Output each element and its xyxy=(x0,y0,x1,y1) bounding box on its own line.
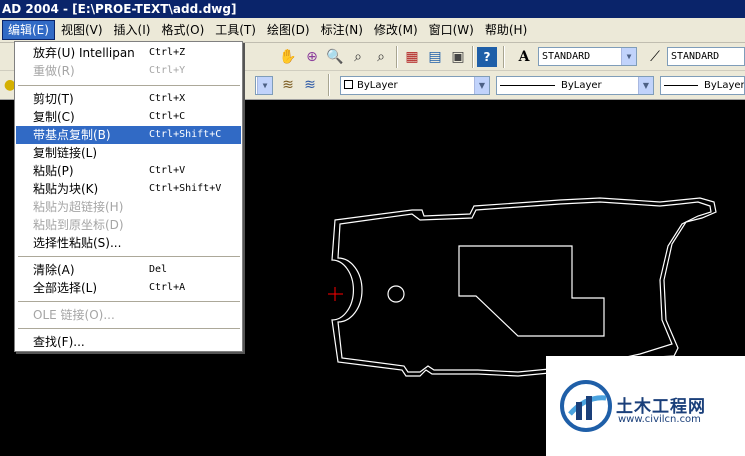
linetype-preview xyxy=(500,84,555,86)
color-select[interactable]: ByLayer ▼ xyxy=(340,76,490,95)
menu-item-paste-to-original-coords[interactable]: 粘贴到原坐标(D) xyxy=(16,216,241,234)
menu-window[interactable]: 窗口(W) xyxy=(424,20,479,40)
menu-item-undo[interactable]: 放弃(U) Intellipan Ctrl+Z xyxy=(16,44,241,62)
dim-style-icon[interactable]: ⟋ xyxy=(645,47,665,67)
window-title: AD 2004 - [E:\PROE-TEXT\add.dwg] xyxy=(0,0,745,18)
chevron-down-icon[interactable]: ▼ xyxy=(257,77,272,94)
chevron-down-icon[interactable]: ▼ xyxy=(474,77,489,94)
chevron-down-icon[interactable]: ▼ xyxy=(621,48,636,65)
menu-format[interactable]: 格式(O) xyxy=(156,20,209,40)
dim-style-value: STANDARD xyxy=(671,51,720,62)
text-style-value: STANDARD xyxy=(542,51,591,62)
menu-bar: 编辑(E) 视图(V) 插入(I) 格式(O) 工具(T) 绘图(D) 标注(N… xyxy=(0,18,745,43)
design-center-icon[interactable]: ▤ xyxy=(425,47,445,67)
edit-menu-dropdown: 放弃(U) Intellipan Ctrl+Z 重做(R) Ctrl+Y 剪切(… xyxy=(14,41,243,352)
menu-item-ole-links[interactable]: OLE 链接(O)... xyxy=(16,306,241,324)
menu-separator xyxy=(18,301,240,302)
menu-separator xyxy=(18,328,240,329)
text-style-icon[interactable]: A xyxy=(514,47,534,67)
toolbar-separator xyxy=(472,46,474,68)
menu-insert[interactable]: 插入(I) xyxy=(109,20,156,40)
zoom-window-icon[interactable]: 🔍 xyxy=(325,47,345,67)
menu-item-cut[interactable]: 剪切(T) Ctrl+X xyxy=(16,90,241,108)
dim-style-select[interactable]: STANDARD xyxy=(667,47,745,66)
lineweight-preview xyxy=(664,84,698,86)
toolbar-separator xyxy=(396,46,398,68)
logo-icon xyxy=(560,380,612,432)
tool-palettes-icon[interactable]: ▣ xyxy=(448,47,468,67)
zoom-realtime-icon[interactable]: ⊕ xyxy=(302,47,322,67)
hand-icon[interactable]: ✋ xyxy=(278,47,298,67)
menu-separator xyxy=(18,256,240,257)
menu-view[interactable]: 视图(V) xyxy=(56,20,108,40)
chevron-down-icon[interactable]: ▼ xyxy=(638,77,653,94)
menu-dimension[interactable]: 标注(N) xyxy=(316,20,368,40)
menu-item-select-all[interactable]: 全部选择(L) Ctrl+A xyxy=(16,279,241,297)
menu-edit[interactable]: 编辑(E) xyxy=(2,20,55,40)
menu-modify[interactable]: 修改(M) xyxy=(369,20,423,40)
properties-icon[interactable]: ▦ xyxy=(402,47,422,67)
menu-item-paste-as-block[interactable]: 粘贴为块(K) Ctrl+Shift+V xyxy=(16,180,241,198)
color-value: ByLayer xyxy=(357,80,398,91)
watermark-url: www.civilcn.com xyxy=(618,414,701,425)
menu-item-paste-special[interactable]: 选择性粘贴(S)... xyxy=(16,234,241,252)
help-icon[interactable]: ? xyxy=(477,47,497,67)
zoom-previous-icon[interactable]: ⌕ xyxy=(371,47,391,67)
menu-draw[interactable]: 绘图(D) xyxy=(262,20,315,40)
linetype-value: ByLayer xyxy=(561,80,602,91)
pocket-cutout xyxy=(458,245,605,337)
round-hole xyxy=(387,285,405,303)
text-style-select[interactable]: STANDARD ▼ xyxy=(538,47,637,66)
toolbar-separator xyxy=(503,46,505,68)
part-outline-outer xyxy=(331,197,717,377)
layer-state-icon[interactable]: ≋ xyxy=(278,75,298,95)
menu-item-redo[interactable]: 重做(R) Ctrl+Y xyxy=(16,62,241,80)
layer-dropdown[interactable]: ▼ xyxy=(255,76,273,95)
linetype-select[interactable]: ByLayer ▼ xyxy=(496,76,654,95)
color-swatch xyxy=(344,80,353,89)
menu-tools[interactable]: 工具(T) xyxy=(210,20,261,40)
lineweight-select[interactable]: ByLayer xyxy=(660,76,745,95)
toolbar-separator xyxy=(328,74,330,96)
watermark: 土木工程网 www.civilcn.com xyxy=(546,356,745,456)
menu-item-copy-link[interactable]: 复制链接(L) xyxy=(16,144,241,162)
menu-item-paste[interactable]: 粘贴(P) Ctrl+V xyxy=(16,162,241,180)
menu-help[interactable]: 帮助(H) xyxy=(480,20,532,40)
menu-item-copy[interactable]: 复制(C) Ctrl+C xyxy=(16,108,241,126)
lineweight-value: ByLayer xyxy=(704,80,745,91)
menu-item-paste-as-hyperlink[interactable]: 粘贴为超链接(H) xyxy=(16,198,241,216)
menu-item-clear[interactable]: 清除(A) Del xyxy=(16,261,241,279)
menu-item-copy-with-basepoint[interactable]: 带基点复制(B) Ctrl+Shift+C xyxy=(16,126,241,144)
part-outline-inner xyxy=(337,201,712,373)
zoom-icon[interactable]: ⌕ xyxy=(348,47,368,67)
menu-item-find[interactable]: 查找(F)... xyxy=(16,333,241,351)
layer-previous-icon[interactable]: ≋ xyxy=(300,75,320,95)
menu-separator xyxy=(18,85,240,86)
